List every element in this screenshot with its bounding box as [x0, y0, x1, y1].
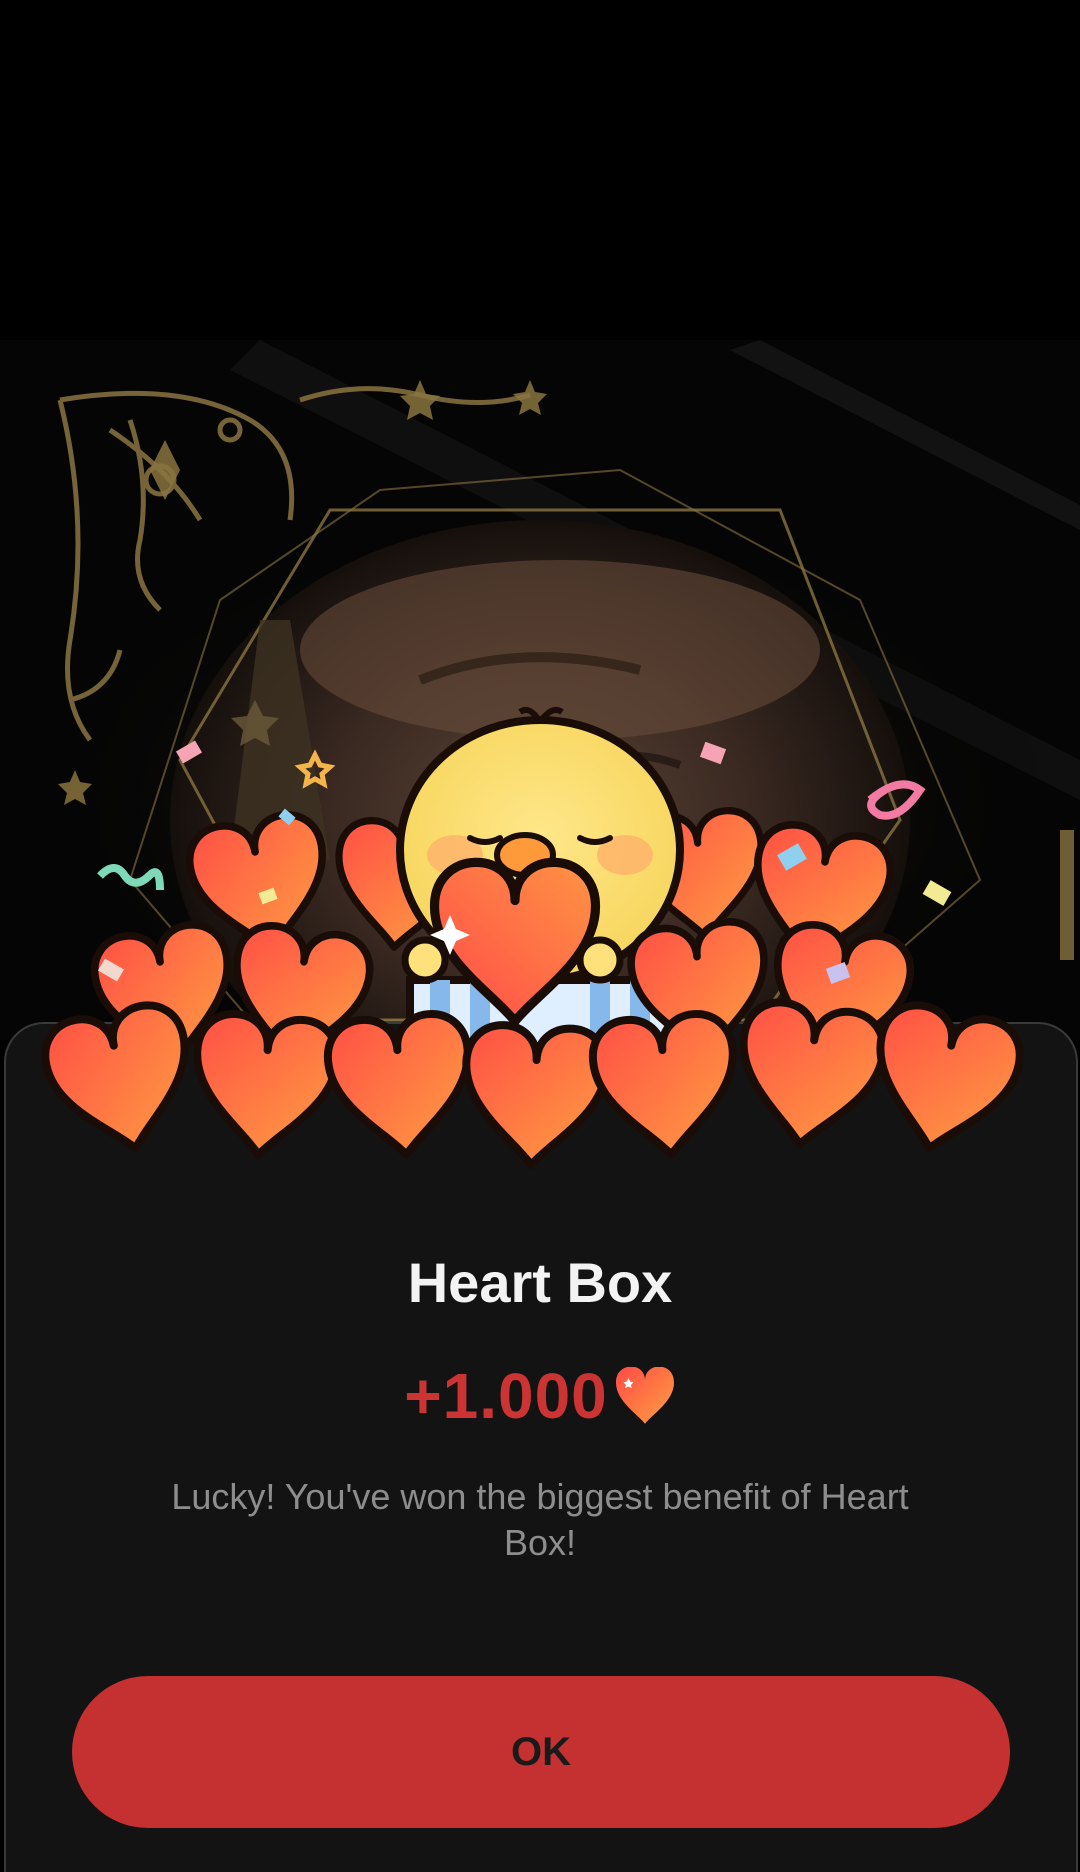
ok-button-label: OK [511, 1729, 571, 1774]
reward-row: +1.000 [0, 1356, 1080, 1436]
screen: Heart Box +1.000 Lucky! You've won the b… [0, 0, 1080, 1872]
ok-button[interactable]: OK [72, 1676, 1010, 1828]
reward-message: Lucky! You've won the biggest benefit of… [171, 1476, 909, 1563]
heart-icon [615, 1367, 674, 1424]
reward-amount: +1.000 [404, 1360, 608, 1432]
dialog-title: Heart Box [407, 1251, 673, 1314]
